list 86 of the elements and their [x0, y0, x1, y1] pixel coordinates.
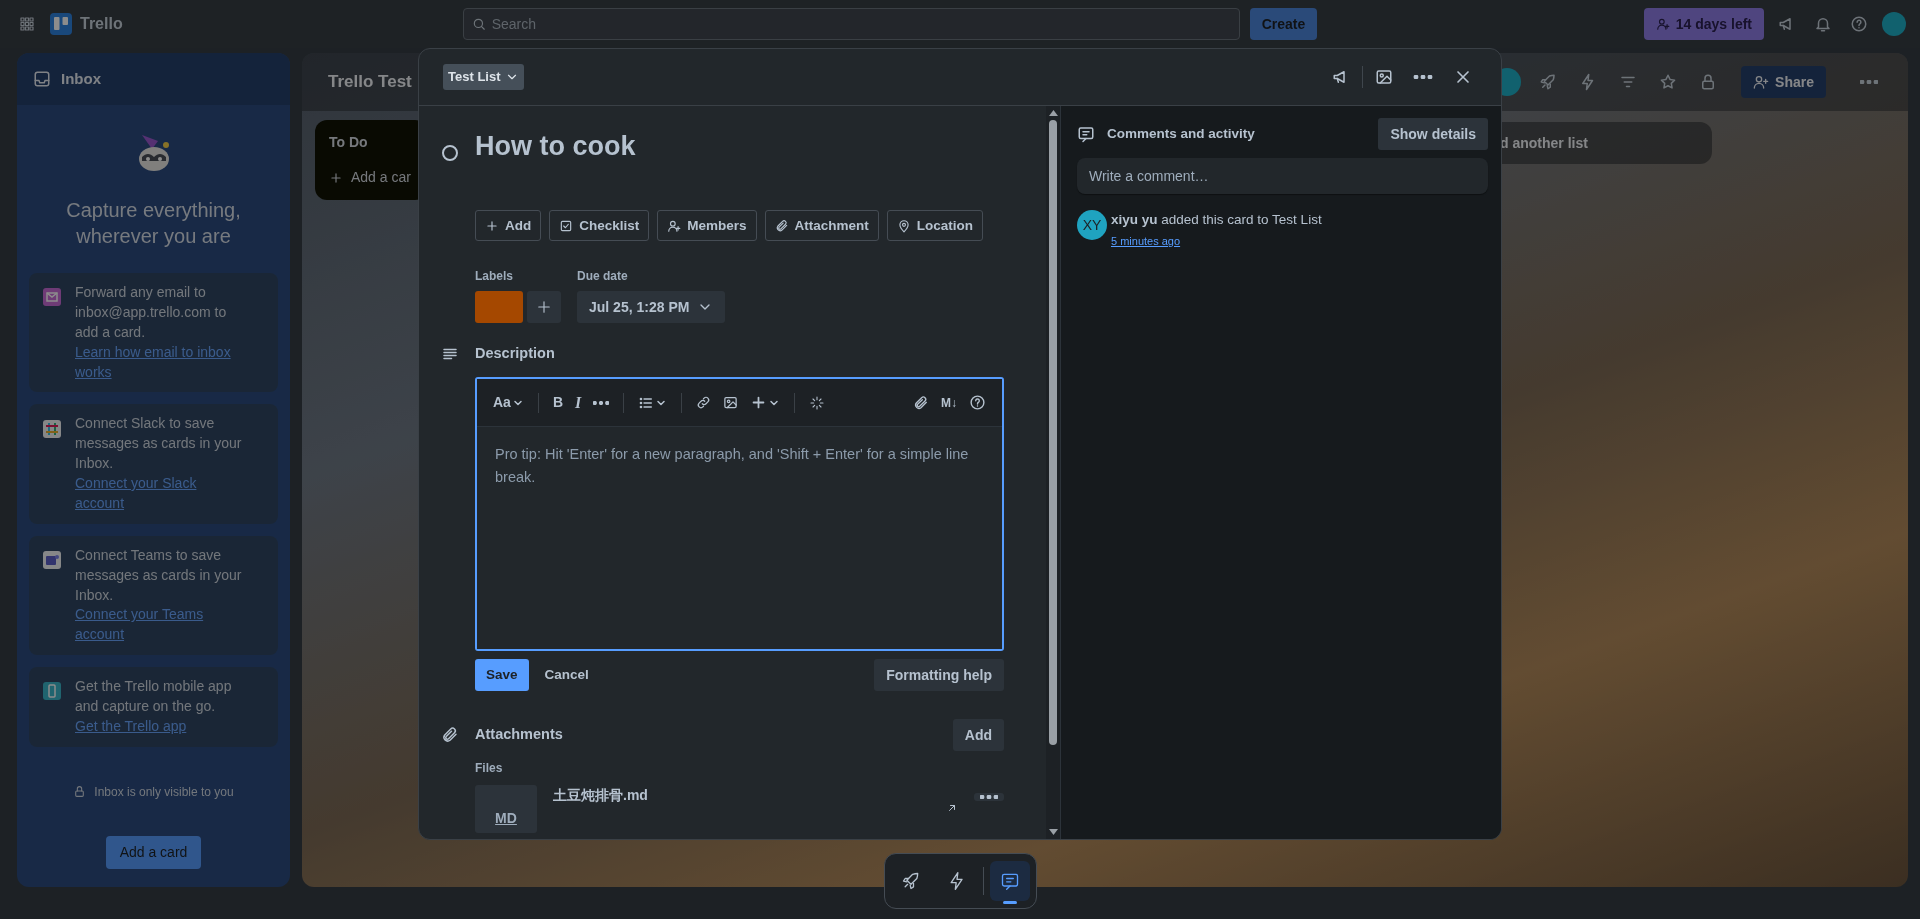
list-title: To Do — [329, 133, 369, 152]
checkbox-icon — [559, 218, 574, 233]
action-button[interactable]: Members — [657, 210, 757, 242]
list-dropdown[interactable]: Test List — [443, 64, 524, 90]
tip-text: Connect Slack to save messages as cards in your Inbox. — [75, 415, 242, 472]
help-icon — [1850, 15, 1868, 33]
action-button[interactable]: Add — [475, 210, 542, 242]
person-add-icon — [1655, 17, 1670, 31]
file-name[interactable]: 土豆炖排骨.md — [553, 785, 648, 834]
scrollbar[interactable] — [1046, 106, 1060, 839]
markdown-button[interactable]: M↓ — [937, 390, 961, 415]
star-icon — [1659, 73, 1678, 91]
bell-icon — [1814, 15, 1832, 33]
board-logo-icon — [50, 13, 72, 35]
plus-icon — [329, 170, 343, 185]
paperclip-icon — [441, 726, 459, 745]
timestamp-link[interactable]: 5 minutes ago — [1111, 235, 1181, 248]
cancel-button[interactable]: Cancel — [532, 659, 601, 692]
sparkle-icon — [809, 394, 826, 411]
lock-icon — [73, 785, 87, 799]
more-icon — [1413, 75, 1433, 79]
paperclip-icon — [774, 218, 789, 233]
save-button[interactable]: Save — [475, 659, 529, 692]
tip-text: Get the Trello mobile app and capture on the go. — [75, 678, 232, 714]
field-label: Due date — [577, 268, 629, 286]
file-thumbnail[interactable]: MD — [475, 785, 537, 834]
activity-text: xiyu yu added this card to Test List — [1111, 211, 1322, 229]
add-label-button[interactable] — [527, 291, 561, 324]
avatar[interactable]: XY — [1077, 210, 1107, 240]
inbox-heading: Capture everything, wherever you are — [65, 198, 242, 249]
privacy-note: Inbox is only visible to you — [94, 783, 234, 801]
person-add-icon — [1753, 74, 1770, 90]
section-heading: Attachments — [475, 725, 563, 745]
help-icon — [969, 394, 986, 412]
hash-icon — [43, 419, 61, 438]
inbox-icon — [33, 70, 51, 88]
comment-tab[interactable] — [990, 861, 1030, 901]
scroll-down-arrow-icon[interactable] — [1048, 829, 1058, 835]
more-icon — [1860, 80, 1878, 84]
action-button[interactable]: Checklist — [549, 210, 650, 242]
card-title: How to cook — [475, 130, 636, 163]
action-button[interactable]: Location — [886, 210, 984, 242]
comment-field[interactable]: Write a comment… — [1077, 158, 1488, 194]
tip-text: Forward any email to inbox@app.trello.com to add a card. — [75, 284, 227, 340]
plus-icon — [485, 218, 499, 233]
image-icon — [1375, 68, 1393, 86]
completion-checkbox[interactable] — [442, 145, 458, 161]
map-pin-icon — [896, 218, 911, 233]
more-icon — [593, 400, 610, 405]
more-icon — [980, 795, 998, 800]
formatting-help-button[interactable]: Formatting help — [874, 659, 1004, 692]
add-attachment-button[interactable]: Add — [952, 719, 1004, 752]
bold-button[interactable]: B — [548, 389, 568, 417]
file-menu-button[interactable] — [974, 793, 1004, 802]
rocket-icon — [1539, 73, 1558, 91]
due-date-dropdown[interactable]: Jul 25, 1:28 PM — [577, 291, 726, 324]
tip-text: Connect Teams to save messages as cards in your Inbox. — [75, 546, 242, 603]
phone-icon — [43, 682, 61, 701]
italic-button[interactable]: I — [571, 387, 586, 418]
label-chip[interactable] — [475, 291, 523, 324]
search-field[interactable]: Search — [462, 8, 1240, 40]
image-icon — [723, 395, 739, 411]
board-title: Trello Test — [328, 71, 412, 94]
person-add-icon — [667, 218, 682, 233]
comment-icon — [1000, 871, 1020, 891]
paperclip-icon — [913, 394, 929, 411]
field-label: Files — [475, 760, 504, 778]
section-heading: Comments and activity — [1107, 124, 1255, 143]
envelope-icon — [43, 288, 61, 307]
panel-title: Inbox — [61, 68, 101, 89]
text-style-button[interactable]: Aa — [489, 389, 528, 417]
section-heading: Description — [475, 344, 555, 364]
share-button[interactable]: Share — [1741, 66, 1826, 98]
description-editor[interactable]: Aa B I M↓ Pro tip: Hit 'Enter' for a new paragraph, and 'Shift + Enter' for a simple line break. — [475, 377, 1004, 652]
comment-icon — [1077, 125, 1095, 143]
link-icon — [696, 395, 712, 411]
add-card-link[interactable]: Add a car — [329, 167, 413, 188]
app-name: Trello — [80, 14, 123, 34]
chat-icon — [43, 551, 61, 570]
field-label: Labels — [475, 268, 514, 286]
scroll-up-arrow-icon[interactable] — [1048, 110, 1058, 116]
rocket-icon — [901, 871, 921, 891]
search-icon — [471, 17, 486, 31]
app-grid-icon — [18, 15, 36, 33]
show-details-button[interactable]: Show details — [1378, 118, 1488, 150]
action-button[interactable]: Attachment — [764, 210, 879, 242]
